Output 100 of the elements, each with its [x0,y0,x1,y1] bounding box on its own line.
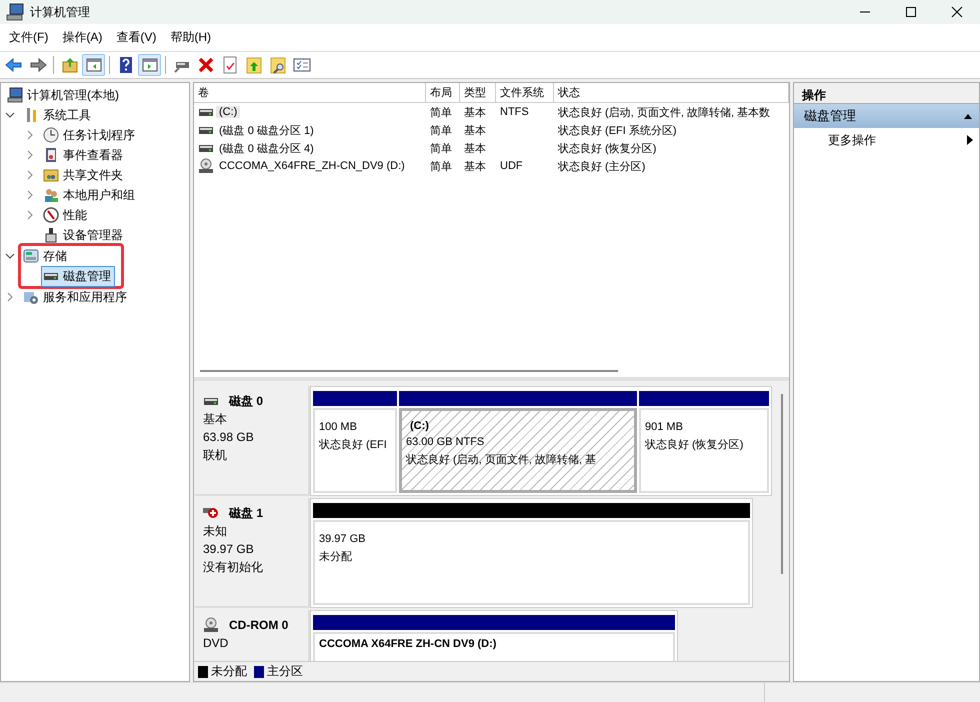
table-cell-text: 简单 [430,124,452,138]
disk-name: CD-ROM 0 [228,617,288,634]
volume-name[interactable]: (C:) [216,106,240,118]
device-manager-icon [43,227,59,243]
console-tree-icon [84,56,102,74]
tree-item[interactable]: 性能 [41,204,91,226]
menu-item[interactable]: 操作(A) [55,29,110,46]
computer-icon [7,87,23,103]
table-cell-text: 基本 [464,160,486,174]
scrollbar-thumb[interactable] [781,394,783,574]
legend-label: 主分区 [267,663,303,680]
table-cell: UDF [500,160,523,172]
tree-item[interactable]: 设备管理器 [41,224,127,246]
column-header[interactable]: 布局 [426,83,460,102]
volume-name[interactable]: CCCOMA_X64FRE_ZH-CN_DV9 (D:) [216,160,408,172]
menu-item[interactable]: 查看(V) [109,29,164,46]
expand-chevron-icon[interactable] [25,170,35,180]
partition-size: 901 MB [645,420,684,435]
disk-name: 磁盘 1 [228,505,264,522]
action-item[interactable]: 更多操作 [794,128,979,152]
partition-size: 39.97 GB [319,532,366,547]
disk-status: 没有初始化 [203,559,264,576]
tree-item[interactable]: 服务和应用程序 [21,286,131,308]
expand-chevron-icon[interactable] [25,190,35,200]
disk-name: 磁盘 0 [228,393,264,410]
tree-item[interactable]: 任务计划程序 [41,124,139,146]
expand-chevron-icon[interactable] [25,150,35,160]
back-arrow-icon [4,56,22,74]
disk-type: 基本 [203,411,228,428]
gauge-icon [43,207,59,223]
tree-item[interactable]: 存储 [21,246,71,266]
volume-name[interactable]: (磁盘 0 磁盘分区 4) [216,140,317,156]
tree-item[interactable]: 本地用户和组 [41,184,139,206]
disk-size: 39.97 GB [203,541,255,558]
table-cell-text: 状态良好 (启动, 页面文件, 故障转储, 基本数 [558,106,770,120]
table-cell-text: 基本 [464,142,486,156]
legend-label: 未分配 [211,663,247,680]
partition-status: 状态良好 (恢复分区) [645,438,744,453]
delete-icon [196,56,214,74]
clock-icon [43,127,59,143]
shared-folder-icon [43,167,59,183]
scrollbar-thumb[interactable] [200,370,618,372]
action-section-header[interactable]: 磁盘管理 [794,104,979,128]
menu-item[interactable]: 帮助(H) [163,29,218,46]
disk-error-icon [203,505,219,521]
table-cell-text: 简单 [430,142,452,156]
expand-chevron-icon[interactable] [5,292,15,302]
tree-item[interactable]: 系统工具 [21,104,95,126]
disk-size: 63.98 GB [203,429,255,446]
tree-item[interactable]: 计算机管理(本地) [5,84,123,106]
forward-arrow-icon [28,56,46,74]
action-pane-icon [140,56,158,74]
services-gear-icon [23,289,39,305]
storage-icon [23,248,39,264]
partition-size: 63.00 GB NTFS [406,435,486,450]
column-header[interactable]: 文件系统 [496,83,554,102]
window-title: 计算机管理 [30,4,90,20]
find-icon [268,56,286,74]
column-header[interactable]: 卷 [194,83,426,102]
collapse-chevron-icon[interactable] [5,110,15,120]
checked-page-icon [220,56,238,74]
table-cell-text: 基本 [464,106,486,120]
table-cell-text: 基本 [464,124,486,138]
close-icon [951,6,963,18]
event-log-icon [43,147,59,163]
partition-status: 状态良好 (启动, 页面文件, 故障转储, 基 [406,452,598,468]
expand-chevron-icon[interactable] [25,130,35,140]
collapse-chevron-icon[interactable] [5,251,15,261]
tree-item[interactable]: 磁盘管理 [41,266,115,286]
menu-item[interactable]: 文件(F) [2,29,56,46]
partition-label: CCCOMA X64FRE ZH-CN DV9 (D:) [319,637,498,651]
export-icon [244,56,262,74]
tree-item[interactable]: 事件查看器 [41,144,127,166]
disk-status: 联机 [203,447,228,464]
column-header[interactable]: 类型 [460,83,496,102]
actions-title: 操作 [794,83,979,104]
table-cell-text: 状态良好 (主分区) [558,160,646,174]
cd-drive-icon [198,158,214,174]
volume-name[interactable]: (磁盘 0 磁盘分区 1) [216,122,317,138]
maximize-icon [905,6,917,18]
partition-status: 状态良好 (EFI [319,438,388,453]
table-cell-text: 状态良好 (恢复分区) [558,142,656,156]
folder-up-icon [60,56,78,74]
table-cell-text: 状态良好 (EFI 系统分区) [558,124,677,138]
toolbar-button[interactable] [82,54,105,76]
app-icon [6,3,24,21]
partition-status: 未分配 [319,550,353,565]
disk-type: 未知 [203,523,228,540]
properties-list-icon [292,56,310,74]
expand-chevron-icon[interactable] [25,210,35,220]
tree-item[interactable]: 共享文件夹 [41,164,127,186]
submenu-arrow-icon [967,135,973,145]
users-icon [43,187,59,203]
collapse-arrow-icon[interactable] [963,112,973,120]
toolbar-button[interactable] [138,54,161,76]
column-header[interactable]: 状态 [554,83,789,102]
table-cell: NTFS [500,106,529,118]
table-cell-text: 简单 [430,160,452,174]
partition-label: (C:) [409,419,430,433]
cd-drive-icon [203,617,219,633]
